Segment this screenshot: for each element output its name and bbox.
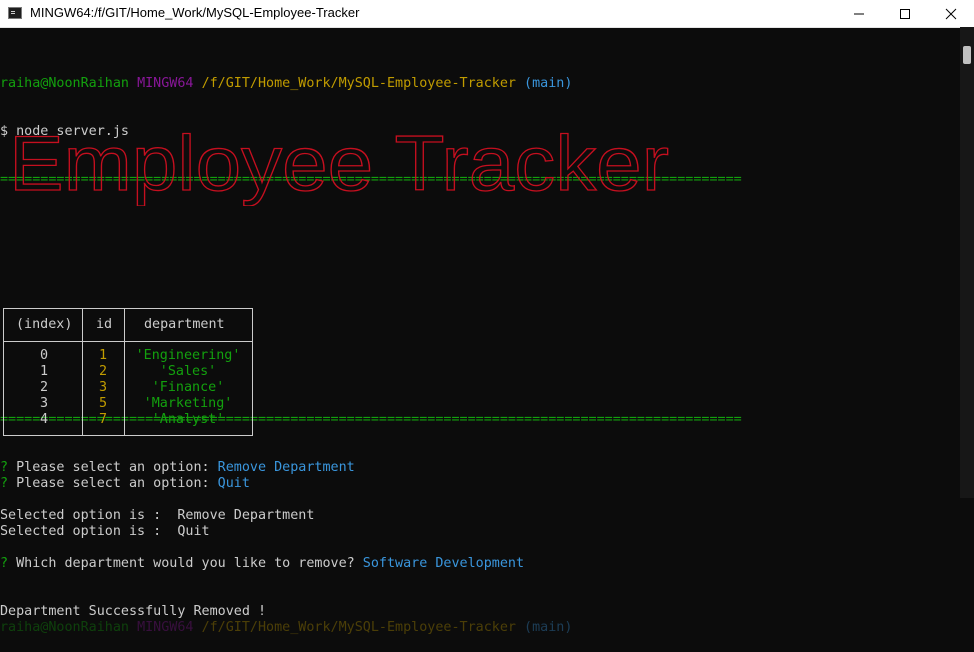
question-line-3: ? Please select an option: Quit <box>0 476 250 491</box>
scrollbar[interactable] <box>960 27 974 498</box>
selected-line-2: Selected option is : Quit <box>0 524 210 539</box>
table-cell-id: 1 <box>98 348 108 363</box>
scrollbar-thumb[interactable] <box>963 46 971 64</box>
department-table: (index) id department 0 1 'Engineering' 1 2 '… <box>3 308 253 436</box>
terminal-output-bottom: ? Please select an option: Quit Selected… <box>0 444 960 652</box>
close-icon <box>945 8 957 20</box>
terminal-app-icon <box>8 7 22 19</box>
window-title: MINGW64:/f/GIT/Home_Work/MySQL-Employee-… <box>30 5 360 20</box>
table-cell-id: 2 <box>98 364 108 379</box>
table-header-department: department <box>144 317 225 332</box>
prompt-branch: (main) <box>524 76 573 91</box>
table-cell-department: 'Marketing' <box>143 396 233 411</box>
table-cell-index: 0 <box>39 348 49 363</box>
prompt-line-partial: raiha@NoonRaihan MINGW64 /f/GIT/Home_Wor… <box>0 620 573 635</box>
prompt-user-host: raiha@NoonRaihan <box>0 76 129 91</box>
table-cell-id: 7 <box>98 412 108 427</box>
close-button[interactable] <box>928 0 974 27</box>
table-cell-department: 'Sales' <box>159 364 217 379</box>
table-cell-department: 'Analyst' <box>151 412 225 427</box>
maximize-button[interactable] <box>882 0 928 27</box>
table-cell-id: 5 <box>98 396 108 411</box>
table-cell-department: 'Engineering' <box>135 348 241 363</box>
maximize-icon <box>900 9 910 19</box>
minimize-icon <box>854 13 864 15</box>
table-cell-index: 1 <box>39 364 49 379</box>
table-header-index: (index) <box>16 317 73 332</box>
banner-text: Employee Tracker <box>9 119 669 206</box>
table-header-id: id <box>96 317 113 332</box>
prompt-line: raiha@NoonRaihan MINGW64 /f/GIT/Home_Wor… <box>0 76 960 92</box>
table-cell-department: 'Finance' <box>151 380 225 395</box>
table-cell-index: 4 <box>39 412 49 427</box>
table-cell-index: 2 <box>39 380 49 395</box>
answer-3: Quit <box>217 476 250 491</box>
employee-tracker-banner: Employee Tracker <box>8 118 669 206</box>
prompt-shell: MINGW64 <box>137 76 194 91</box>
minimize-button[interactable] <box>836 0 882 27</box>
window-titlebar: MINGW64:/f/GIT/Home_Work/MySQL-Employee-… <box>0 0 974 28</box>
table-cell-index: 3 <box>39 396 49 411</box>
table-cell-id: 3 <box>98 380 108 395</box>
prompt-path: /f/GIT/Home_Work/MySQL-Employee-Tracker <box>201 76 516 91</box>
